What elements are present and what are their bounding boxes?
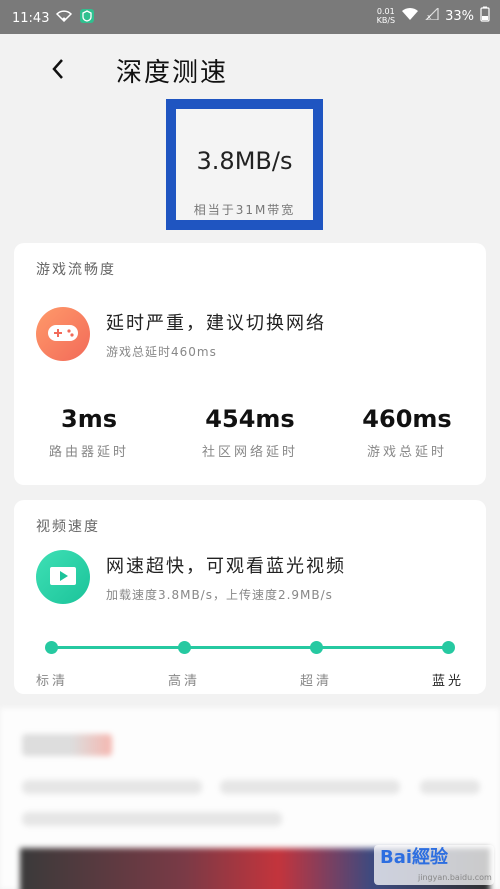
stat-value: 454ms xyxy=(205,405,295,433)
play-icon xyxy=(36,550,90,604)
status-bar: 11:43 0.01 KB/S x 33% xyxy=(0,0,500,34)
quality-dot xyxy=(442,641,455,654)
watermark: Bai經验 jingyan.baidu.com xyxy=(374,845,494,885)
video-detail: 加载速度3.8MB/s，上传速度2.9MB/s xyxy=(106,588,333,602)
card-title: 视频速度 xyxy=(36,519,100,535)
speed-value: 3.8MB/s xyxy=(196,147,293,175)
quality-dot xyxy=(45,641,58,654)
latency-stats: 3ms 路由器延时 454ms 社区网络延时 460ms 游戏总延时 xyxy=(14,405,486,475)
card-title: 游戏流畅度 xyxy=(36,262,116,278)
game-smoothness-card: 游戏流畅度 延时严重，建议切换网络 游戏总延时460ms 3ms 路由器延时 4… xyxy=(14,243,486,485)
wifi-icon xyxy=(401,7,419,25)
stat-label: 社区网络延时 xyxy=(201,445,298,460)
stat-community-latency: 454ms 社区网络延时 xyxy=(175,405,325,460)
quality-label-hd: 高清 xyxy=(167,674,200,689)
blurred-line xyxy=(420,780,480,794)
video-status: 网速超快，可观看蓝光视频 xyxy=(106,556,346,577)
app-header: 深度测速 xyxy=(0,34,500,106)
blurred-line xyxy=(22,812,282,826)
quality-label-bluray: 蓝光 xyxy=(431,674,464,689)
net-speed-unit: KB/S xyxy=(376,16,396,25)
signal-icon: x xyxy=(424,6,439,24)
blurred-heading xyxy=(22,734,112,756)
page-title: 深度测速 xyxy=(116,58,229,88)
speed-result: 3.8MB/s 相当于31M带宽 xyxy=(166,99,323,230)
stat-value: 3ms xyxy=(61,405,117,433)
gamepad-icon xyxy=(36,307,90,361)
network-speed-indicator: 0.01 KB/S xyxy=(377,7,396,25)
quality-label-sd: 标清 xyxy=(35,674,68,689)
chevron-left-icon xyxy=(44,59,74,90)
blurred-line xyxy=(22,780,202,794)
clock: 11:43 xyxy=(12,10,50,26)
quality-track xyxy=(51,646,449,649)
quality-dot xyxy=(178,641,191,654)
stat-game-latency: 460ms 游戏总延时 xyxy=(332,405,482,460)
net-speed-value: 0.01 xyxy=(376,7,395,16)
quality-dot xyxy=(310,641,323,654)
battery-icon xyxy=(480,6,490,26)
latency-status: 延时严重，建议切换网络 xyxy=(106,313,326,334)
stat-value: 460ms xyxy=(362,405,452,433)
blurred-line xyxy=(220,780,400,794)
back-button[interactable] xyxy=(44,52,74,86)
bandwidth-equivalent: 相当于31M带宽 xyxy=(193,203,296,217)
battery-percent: 33% xyxy=(445,8,474,24)
wifi-icon xyxy=(56,10,73,26)
watermark-domain: jingyan.baidu.com xyxy=(418,873,492,882)
shield-icon xyxy=(79,8,95,28)
stat-router-latency: 3ms 路由器延时 xyxy=(14,405,164,460)
stat-label: 游戏总延时 xyxy=(366,445,447,460)
video-speed-card: 视频速度 网速超快，可观看蓝光视频 加载速度3.8MB/s，上传速度2.9MB/… xyxy=(14,500,486,694)
latency-detail: 游戏总延时460ms xyxy=(106,345,217,359)
stat-label: 路由器延时 xyxy=(48,445,129,460)
svg-text:x: x xyxy=(427,13,431,20)
watermark-brand: Bai經验 xyxy=(380,847,449,868)
quality-label-fhd: 超清 xyxy=(299,674,332,689)
